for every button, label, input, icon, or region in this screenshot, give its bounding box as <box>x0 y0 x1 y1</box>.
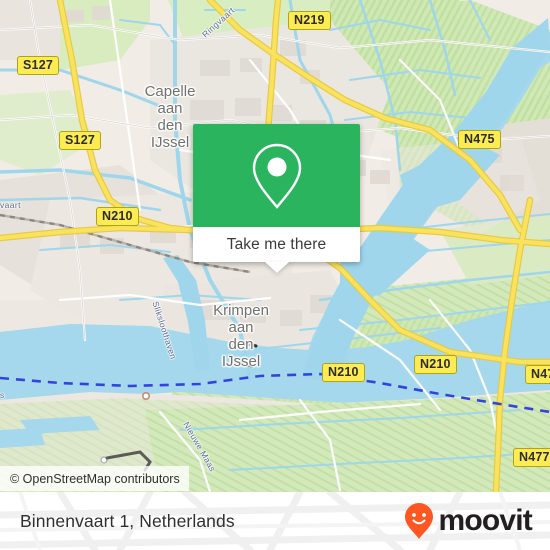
card-icon-area <box>193 124 360 227</box>
osm-attribution-text: © OpenStreetMap contributors <box>10 471 180 486</box>
shield-n210-center[interactable]: N210 <box>322 363 365 382</box>
shield-n475[interactable]: N475 <box>458 130 501 149</box>
take-me-there-card[interactable]: Take me there <box>193 124 360 273</box>
moovit-pin-icon <box>405 503 434 539</box>
shield-n210-left[interactable]: N210 <box>96 207 139 226</box>
screenshot-root: Capelle aan den IJssel Krimpen aan den I… <box>0 0 550 550</box>
shield-n219[interactable]: N219 <box>288 11 331 30</box>
osm-attribution[interactable]: © OpenStreetMap contributors <box>0 466 189 491</box>
shield-n477[interactable]: N477 <box>513 448 550 467</box>
shield-n210-right[interactable]: N210 <box>414 355 457 374</box>
moovit-logo[interactable]: moovit <box>404 492 533 550</box>
moovit-wordmark: moovit <box>438 504 532 537</box>
footer-bar: Binnenvaart 1, Netherlands moovit <box>0 492 550 550</box>
location-address: Binnenvaart 1, Netherlands <box>20 492 235 550</box>
location-address-text: Binnenvaart 1, Netherlands <box>20 510 235 531</box>
shield-s127-lower[interactable]: S127 <box>59 131 101 150</box>
card-pointer <box>264 262 289 273</box>
location-pin-icon <box>252 143 301 209</box>
shield-s127-upper[interactable]: S127 <box>17 56 59 75</box>
card-action[interactable]: Take me there <box>193 227 360 262</box>
shield-n474[interactable]: N47 <box>525 365 550 384</box>
take-me-there-label: Take me there <box>226 235 327 253</box>
